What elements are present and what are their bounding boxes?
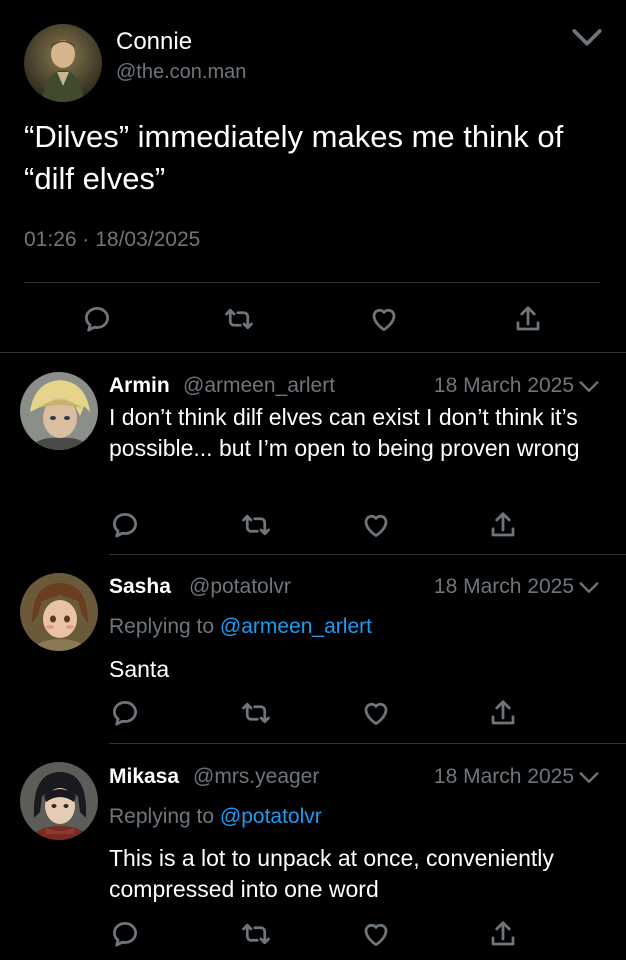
avatar[interactable] <box>20 762 98 840</box>
share-icon[interactable] <box>511 302 545 336</box>
author-name[interactable]: Mikasa <box>109 765 179 789</box>
avatar[interactable] <box>24 24 102 102</box>
like-icon[interactable] <box>359 508 393 542</box>
divider <box>109 743 626 744</box>
avatar[interactable] <box>20 573 98 651</box>
author-handle[interactable]: @armeen_arlert <box>183 374 335 398</box>
share-icon[interactable] <box>486 508 520 542</box>
like-icon[interactable] <box>359 696 393 730</box>
separator-dot: · <box>82 228 96 251</box>
reply-icon[interactable] <box>108 917 142 951</box>
author-handle[interactable]: @mrs.yeager <box>193 765 319 789</box>
reply-icon[interactable] <box>80 302 114 336</box>
retweet-icon[interactable] <box>239 508 273 542</box>
replying-to-prefix: Replying to <box>109 615 215 638</box>
divider <box>109 554 626 555</box>
chevron-down-icon[interactable] <box>578 379 600 395</box>
chevron-down-icon[interactable] <box>578 580 600 596</box>
reply-date: 18 March 2025 <box>433 374 574 397</box>
like-icon[interactable] <box>367 302 401 336</box>
author-name[interactable]: Sasha <box>109 575 171 599</box>
reply-text: I don’t think dilf elves can exist I don… <box>109 404 580 461</box>
tweet-text: “Dilves” immediately makes me think of “… <box>24 119 564 196</box>
tweet-timestamp: 01:26 · 18/03/2025 <box>24 228 200 252</box>
like-icon[interactable] <box>359 917 393 951</box>
reply-date: 18 March 2025 <box>433 765 574 788</box>
tweet-date: 18/03/2025 <box>95 228 201 251</box>
reply-date: 18 March 2025 <box>433 575 574 598</box>
share-icon[interactable] <box>486 696 520 730</box>
divider <box>0 352 626 353</box>
chevron-down-icon[interactable] <box>578 770 600 786</box>
retweet-icon[interactable] <box>239 917 273 951</box>
retweet-icon[interactable] <box>239 696 273 730</box>
chevron-down-icon[interactable] <box>570 26 604 50</box>
replying-to: Replying to @armeen_arlert <box>109 615 372 639</box>
replying-to-prefix: Replying to <box>109 805 215 828</box>
avatar[interactable] <box>20 372 98 450</box>
retweet-icon[interactable] <box>222 302 256 336</box>
reply-icon[interactable] <box>108 696 142 730</box>
reply-text: This is a lot to unpack at once, conveni… <box>109 845 554 902</box>
reply-icon[interactable] <box>108 508 142 542</box>
divider <box>24 282 600 283</box>
tweet-time: 01:26 <box>24 228 77 251</box>
share-icon[interactable] <box>486 917 520 951</box>
reply-text: Santa <box>109 656 170 682</box>
replying-to: Replying to @potatolvr <box>109 805 322 829</box>
author-handle[interactable]: @potatolvr <box>189 575 291 599</box>
author-name[interactable]: Armin <box>109 374 170 398</box>
mention-link[interactable]: @potatolvr <box>220 805 322 828</box>
mention-link[interactable]: @armeen_arlert <box>220 615 372 638</box>
author-name[interactable]: Connie <box>116 28 192 56</box>
author-handle[interactable]: @the.con.man <box>116 61 246 84</box>
